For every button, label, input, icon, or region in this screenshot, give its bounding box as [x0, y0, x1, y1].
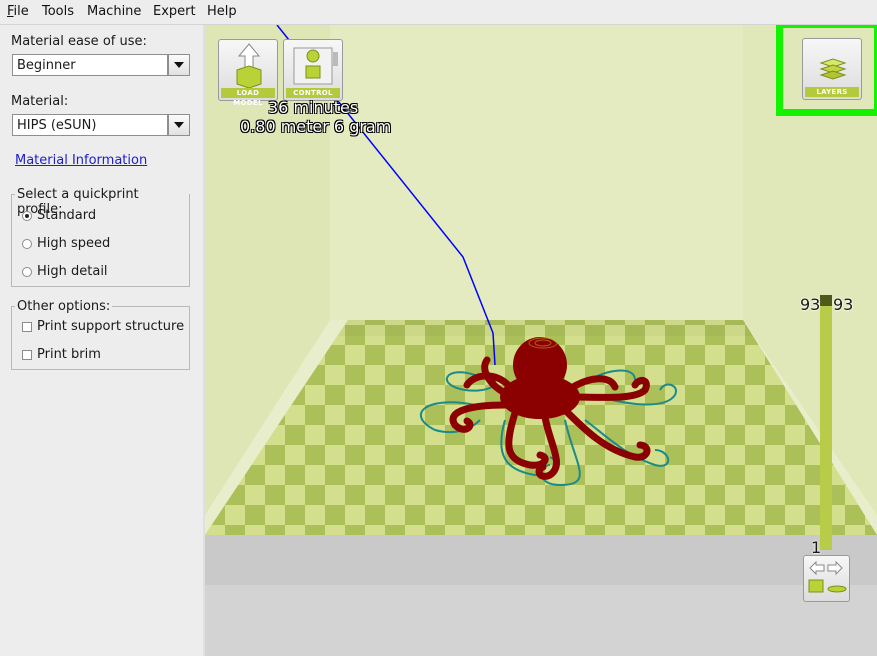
menu-file[interactable]: File — [7, 4, 29, 19]
view-mode-button[interactable] — [803, 555, 850, 602]
control-caption: CONTROL — [286, 88, 340, 98]
chevron-down-icon — [174, 122, 184, 128]
settings-panel: Material ease of use: Beginner Material:… — [0, 25, 203, 656]
radio-high-detail-label: High detail — [37, 264, 108, 279]
menu-file-label: ile — [13, 4, 29, 19]
chevron-down-icon — [174, 62, 184, 68]
menu-help[interactable]: Help — [207, 4, 237, 19]
control-button[interactable]: CONTROL — [283, 39, 343, 101]
layer-slider-handle[interactable] — [820, 295, 832, 306]
menu-bar: File Tools Machine Expert Help — [0, 0, 877, 25]
layer-slider-track[interactable] — [820, 295, 832, 550]
layer-number-right: 93 — [833, 295, 854, 314]
material-combo[interactable]: HIPS (eSUN) — [12, 114, 168, 136]
quickprint-group: Select a quickprint profile: Standard Hi… — [11, 187, 190, 287]
layers-button[interactable]: LAYERS — [802, 38, 862, 100]
material-dropdown-button[interactable] — [168, 114, 190, 136]
load-model-icon — [236, 43, 262, 88]
material-information-link[interactable]: Material Information — [15, 153, 147, 168]
checkbox-icon — [22, 322, 32, 332]
print-material: 0.80 meter 6 gram — [240, 117, 392, 136]
ease-dropdown-button[interactable] — [168, 54, 190, 76]
control-icon — [293, 47, 338, 85]
checkbox-support-label: Print support structure — [37, 319, 185, 334]
ease-combo[interactable]: Beginner — [12, 54, 168, 76]
radio-selected-icon — [22, 211, 32, 221]
radio-high-speed-label: High speed — [37, 236, 111, 251]
other-options-title: Other options: — [15, 299, 113, 314]
radio-standard-label: Standard — [37, 208, 97, 223]
print-time: 36 minutes — [268, 98, 359, 117]
menu-tools[interactable]: Tools — [42, 4, 74, 19]
menu-machine[interactable]: Machine — [87, 4, 141, 19]
checkbox-icon — [22, 350, 32, 360]
layer-number-left: 93 — [800, 295, 821, 314]
3d-viewport[interactable]: LOAD MODEL CONTROL 36 minutes 0.80 meter… — [205, 25, 877, 656]
material-label: Material: — [11, 94, 69, 109]
layers-icon — [819, 58, 847, 80]
radio-icon — [22, 239, 32, 249]
other-options-group: Other options: Print support structure P… — [11, 299, 190, 370]
load-model-caption: LOAD MODEL — [221, 88, 275, 107]
checkbox-brim-label: Print brim — [37, 347, 101, 362]
material-value: HIPS (eSUN) — [17, 118, 97, 133]
ease-value: Beginner — [17, 58, 76, 73]
back-wall — [330, 25, 743, 320]
view-mode-icon — [808, 560, 847, 593]
radio-icon — [22, 267, 32, 277]
floor — [205, 585, 877, 656]
load-model-button[interactable]: LOAD MODEL — [218, 39, 278, 107]
ease-label: Material ease of use: — [11, 34, 147, 49]
layers-caption: LAYERS — [805, 87, 859, 97]
menu-expert[interactable]: Expert — [153, 4, 196, 19]
